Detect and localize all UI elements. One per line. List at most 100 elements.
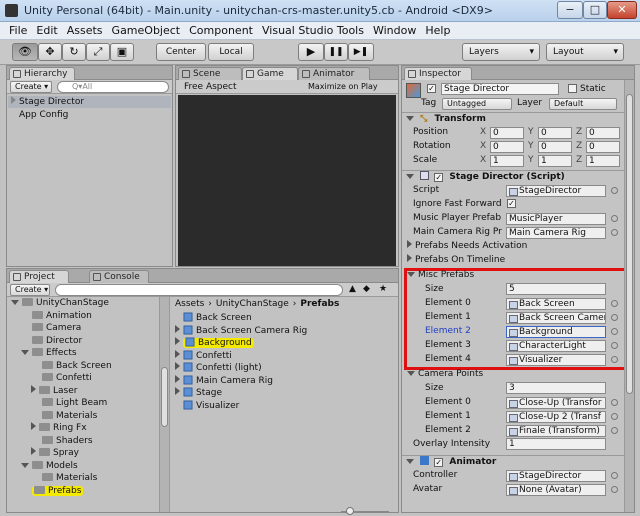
camera-element-field[interactable]: Close-Up (Transfor <box>506 397 606 409</box>
maximize-button[interactable]: □ <box>583 1 607 19</box>
object-picker-icon[interactable] <box>611 187 618 194</box>
menu-component[interactable]: Component <box>189 22 253 40</box>
transform-z-field[interactable]: 1 <box>586 155 620 167</box>
asset-item[interactable]: Back Screen <box>175 312 252 324</box>
tab-scene[interactable]: Scene <box>178 67 242 80</box>
asset-item[interactable]: Visualizer <box>175 400 239 412</box>
breadcrumb-assets[interactable]: Assets <box>175 299 204 309</box>
icon-size-slider-handle[interactable] <box>346 507 354 515</box>
folder-tree-scrollbar[interactable] <box>159 297 169 512</box>
hierarchy-search-input[interactable]: Q▾All <box>57 81 169 93</box>
scale-tool-icon[interactable]: ⤢ <box>86 43 110 61</box>
asset-item[interactable]: Main Camera Rig <box>175 374 273 387</box>
camera-element-field[interactable]: Finale (Transform) <box>506 425 606 437</box>
misc-element-field[interactable]: Background <box>506 326 606 338</box>
object-name-field[interactable]: Stage Director <box>441 83 559 95</box>
pivot-local-toggle[interactable]: Local <box>208 43 254 61</box>
foldout-prefabs-on-timeline[interactable]: Prefabs On Timeline <box>407 254 505 266</box>
misc-size-field[interactable]: 5 <box>506 283 606 295</box>
aspect-dropdown[interactable]: Free Aspect <box>184 81 237 93</box>
object-picker-icon[interactable] <box>611 472 618 479</box>
hierarchy-item-stage-director[interactable]: Stage Director <box>8 96 171 108</box>
static-checkbox[interactable] <box>568 84 577 93</box>
scrollbar-thumb[interactable] <box>161 367 168 427</box>
menu-help[interactable]: Help <box>425 22 450 40</box>
transform-z-field[interactable]: 0 <box>586 141 620 153</box>
component-enabled-checkbox[interactable]: ✓ <box>434 458 444 467</box>
object-picker-icon[interactable] <box>611 413 618 420</box>
close-button[interactable]: ✕ <box>607 1 637 19</box>
object-picker-icon[interactable] <box>611 399 618 406</box>
hierarchy-item-app-config[interactable]: App Config <box>19 109 68 121</box>
pivot-center-toggle[interactable]: Center <box>156 43 206 61</box>
step-button[interactable]: ▶❚ <box>348 43 374 61</box>
misc-element-field[interactable]: Visualizer <box>506 354 606 366</box>
folder-tree-item[interactable]: Director <box>21 335 82 347</box>
script-row-field[interactable]: Main Camera Rig <box>506 227 606 239</box>
game-view[interactable] <box>178 95 396 266</box>
filter-type-icon[interactable]: ▲ <box>349 283 356 295</box>
object-picker-icon[interactable] <box>611 215 618 222</box>
scrollbar-thumb[interactable] <box>626 94 633 394</box>
maximize-on-play-toggle[interactable]: Maximize on Play <box>308 81 378 93</box>
layout-dropdown[interactable]: Layout ▾ <box>546 43 624 61</box>
layers-dropdown[interactable]: Layers ▾ <box>462 43 540 61</box>
breadcrumb-unitychanstage[interactable]: UnityChanStage <box>216 299 289 309</box>
misc-element-field[interactable]: Back Screen Camera <box>506 312 606 324</box>
asset-item[interactable]: Back Screen Camera Rig <box>175 324 307 337</box>
folder-tree-item[interactable]: Ring Fx <box>31 422 87 434</box>
folder-tree-item[interactable]: Animation <box>21 310 92 322</box>
layer-dropdown[interactable]: Default <box>549 98 617 110</box>
asset-item[interactable]: Background <box>175 337 254 349</box>
hand-tool-icon[interactable]: 👁 <box>12 43 38 61</box>
menu-visual-studio-tools[interactable]: Visual Studio Tools <box>262 22 364 40</box>
transform-y-field[interactable]: 0 <box>538 141 572 153</box>
script-component-header[interactable]: ✓ Stage Director (Script) <box>402 170 634 184</box>
camera-size-field[interactable]: 3 <box>506 382 606 394</box>
transform-y-field[interactable]: 1 <box>538 155 572 167</box>
menu-gameobject[interactable]: GameObject <box>112 22 181 40</box>
asset-item[interactable]: Confetti <box>175 349 232 362</box>
breadcrumb-prefabs[interactable]: Prefabs <box>300 299 339 309</box>
folder-tree-item[interactable]: Materials <box>31 472 97 484</box>
folder-tree-item[interactable]: Materials <box>31 410 97 422</box>
object-picker-icon[interactable] <box>611 314 618 321</box>
play-button[interactable]: ▶ <box>298 43 324 61</box>
foldout-prefabs-needs-activation[interactable]: Prefabs Needs Activation <box>407 240 527 252</box>
tab-console[interactable]: Console <box>89 270 149 283</box>
move-tool-icon[interactable]: ✥ <box>38 43 62 61</box>
object-picker-icon[interactable] <box>611 328 618 335</box>
transform-y-field[interactable]: 0 <box>538 127 572 139</box>
object-picker-icon[interactable] <box>611 356 618 363</box>
tab-hierarchy[interactable]: Hierarchy <box>9 67 75 80</box>
pause-button[interactable]: ❚❚ <box>324 43 348 61</box>
folder-tree-item[interactable]: Effects <box>21 347 77 359</box>
create-dropdown[interactable]: Create ▾ <box>10 284 50 296</box>
transform-x-field[interactable]: 0 <box>490 127 524 139</box>
folder-tree-item[interactable]: Spray <box>31 447 79 459</box>
minimize-button[interactable]: − <box>557 1 583 19</box>
animator-row-field[interactable]: StageDirector <box>506 470 606 482</box>
animator-row-field[interactable]: None (Avatar) <box>506 484 606 496</box>
misc-element-field[interactable]: CharacterLight <box>506 340 606 352</box>
transform-x-field[interactable]: 0 <box>490 141 524 153</box>
create-dropdown[interactable]: Create ▾ <box>10 81 52 93</box>
inspector-scrollbar[interactable] <box>624 80 634 512</box>
object-picker-icon[interactable] <box>611 229 618 236</box>
asset-item[interactable]: Confetti (light) <box>175 362 262 374</box>
menu-file[interactable]: File <box>9 22 27 40</box>
folder-tree-item[interactable]: Models <box>21 460 78 472</box>
camera-element-field[interactable]: Close-Up 2 (Transf <box>506 411 606 423</box>
tab-game[interactable]: Game <box>242 67 298 80</box>
menu-window[interactable]: Window <box>373 22 416 40</box>
asset-item[interactable]: Stage <box>175 387 222 399</box>
tab-project[interactable]: Project <box>9 270 69 283</box>
rotate-tool-icon[interactable]: ↻ <box>62 43 86 61</box>
menu-edit[interactable]: Edit <box>36 22 57 40</box>
folder-tree-item[interactable]: Back Screen <box>31 360 112 372</box>
menu-assets[interactable]: Assets <box>67 22 103 40</box>
rect-tool-icon[interactable]: ▣ <box>110 43 134 61</box>
favorite-star-icon[interactable]: ★ <box>379 283 387 295</box>
overlay-intensity-field[interactable]: 1 <box>506 438 606 450</box>
camera-points-foldout[interactable]: Camera Points <box>407 368 483 380</box>
